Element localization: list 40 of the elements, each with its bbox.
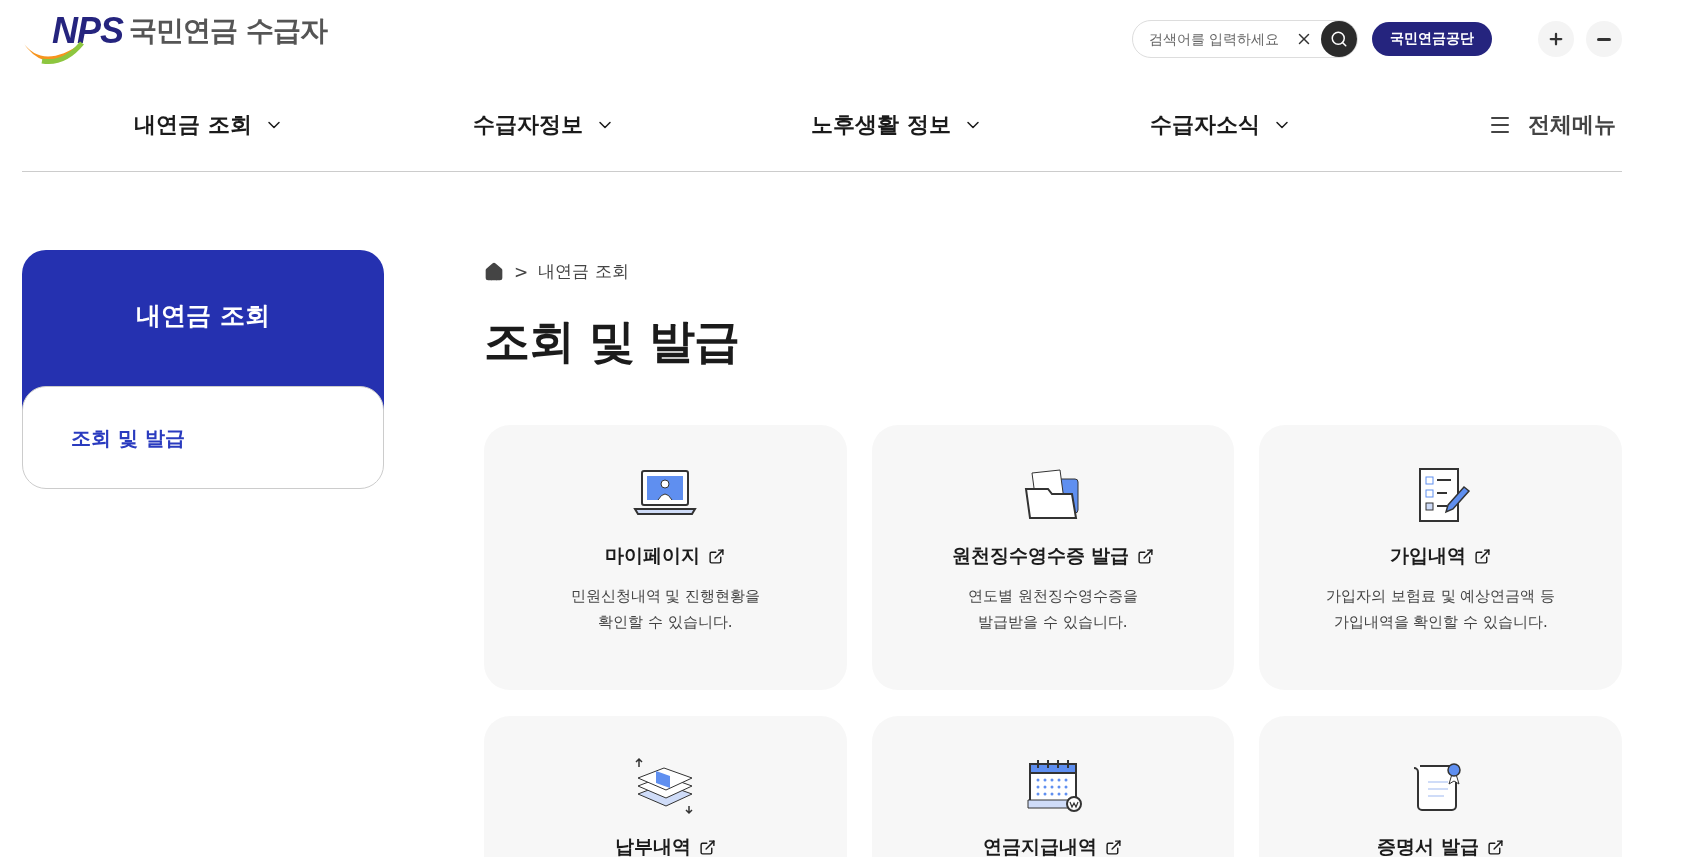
sidebar-item[interactable]: 조회 및 발급 [71,426,185,450]
nav-item[interactable]: 수급자소식 [1143,108,1298,141]
org-button[interactable]: 국민연금공단 [1372,22,1492,56]
card-title-link[interactable]: 마이페이지 [605,543,726,569]
external-link-icon [698,838,716,856]
zoom-in-button[interactable] [1538,21,1574,57]
card-title-link[interactable]: 증명서 발급 [1377,834,1504,857]
card-title-link[interactable]: 연금지급내역 [983,834,1123,857]
card-description: 연도별 원천징수영수증을 발급받을 수 있습니다. [968,586,1138,633]
search-icon [1330,30,1348,48]
search-button[interactable] [1321,21,1357,57]
nav-item[interactable]: 수급자정보 [466,108,621,141]
all-menu-button[interactable]: 전체메뉴 [1482,108,1622,141]
card-description: 가입자의 보험료 및 예상연금액 등 가입내역을 확인할 수 있습니다. [1326,586,1556,633]
logo-title: 국민연금 수급자 [129,13,327,49]
service-card[interactable]: 납부내역 [484,716,847,857]
external-link-icon [1105,838,1123,856]
card-title-link[interactable]: 원천징수영수증 발급 [951,543,1155,569]
service-card[interactable]: 연금지급내역 [871,716,1235,857]
logo-mark: NPS [52,11,124,51]
card-title-link[interactable]: 가입내역 [1390,543,1492,569]
card-title-link[interactable]: 납부내역 [614,834,716,857]
breadcrumb-item: 내연금 조회 [538,260,629,283]
zoom-out-button[interactable] [1586,21,1622,57]
plus-icon [1547,30,1565,48]
service-card[interactable]: 증명서 발급 [1259,716,1622,857]
card-description: 민원신청내역 및 진행현황을 확인할 수 있습니다. [570,586,761,633]
nav-item[interactable]: 내연금 조회 [128,108,290,141]
external-link-icon [1486,838,1504,856]
service-card[interactable]: 가입내역 가입자의 보험료 및 예상연금액 등 가입내역을 확인할 수 있습니다. [1259,425,1622,690]
external-link-icon [1474,547,1492,565]
service-card[interactable]: 원천징수영수증 발급 연도별 원천징수영수증을 발급받을 수 있습니다. [871,425,1235,690]
nav-item[interactable]: 노후생활 정보 [805,108,989,141]
page-title: 조회 및 발급 [484,313,741,370]
home-icon[interactable] [484,261,504,282]
external-link-icon [708,547,726,565]
minus-icon [1597,37,1611,41]
service-card[interactable]: 마이페이지 민원신청내역 및 진행현황을 확인할 수 있습니다. [484,425,847,690]
external-link-icon [1137,547,1155,565]
breadcrumb-separator: > [514,261,529,282]
